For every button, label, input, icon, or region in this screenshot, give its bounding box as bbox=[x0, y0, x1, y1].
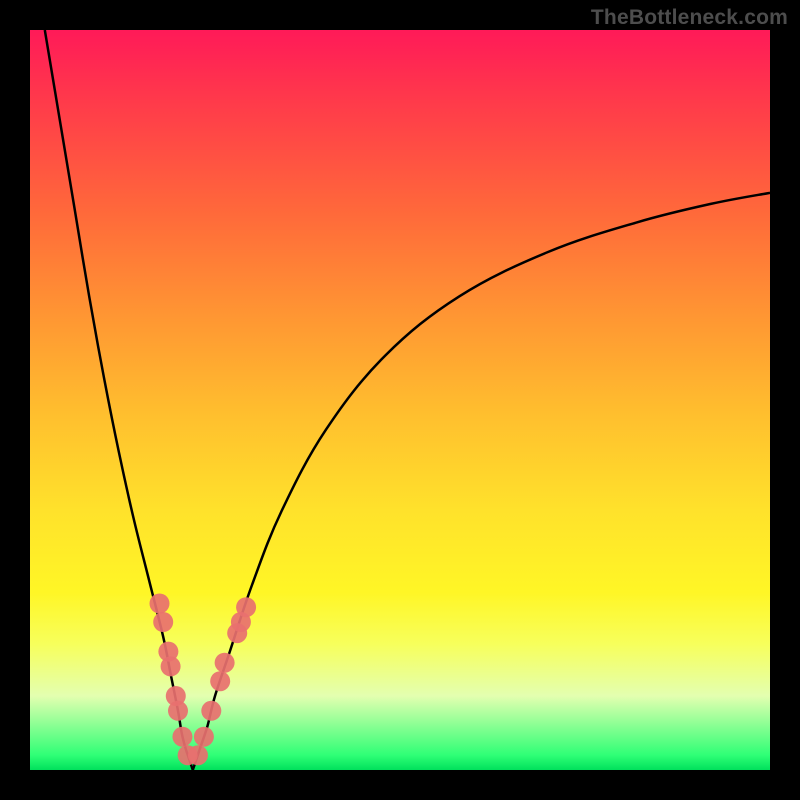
data-marker bbox=[215, 653, 235, 673]
data-marker bbox=[236, 597, 256, 617]
markers-left bbox=[150, 594, 198, 766]
markers-right bbox=[188, 597, 256, 765]
data-marker bbox=[150, 594, 170, 614]
chart-svg bbox=[30, 30, 770, 770]
chart-frame: TheBottleneck.com bbox=[0, 0, 800, 800]
plot-area bbox=[30, 30, 770, 770]
data-marker bbox=[194, 727, 214, 747]
data-marker bbox=[153, 612, 173, 632]
data-marker bbox=[188, 745, 208, 765]
data-marker bbox=[210, 671, 230, 691]
watermark-text: TheBottleneck.com bbox=[591, 6, 788, 30]
data-marker bbox=[161, 656, 181, 676]
data-marker bbox=[172, 727, 192, 747]
data-marker bbox=[201, 701, 221, 721]
data-marker bbox=[168, 701, 188, 721]
curve-right-branch bbox=[193, 193, 770, 770]
